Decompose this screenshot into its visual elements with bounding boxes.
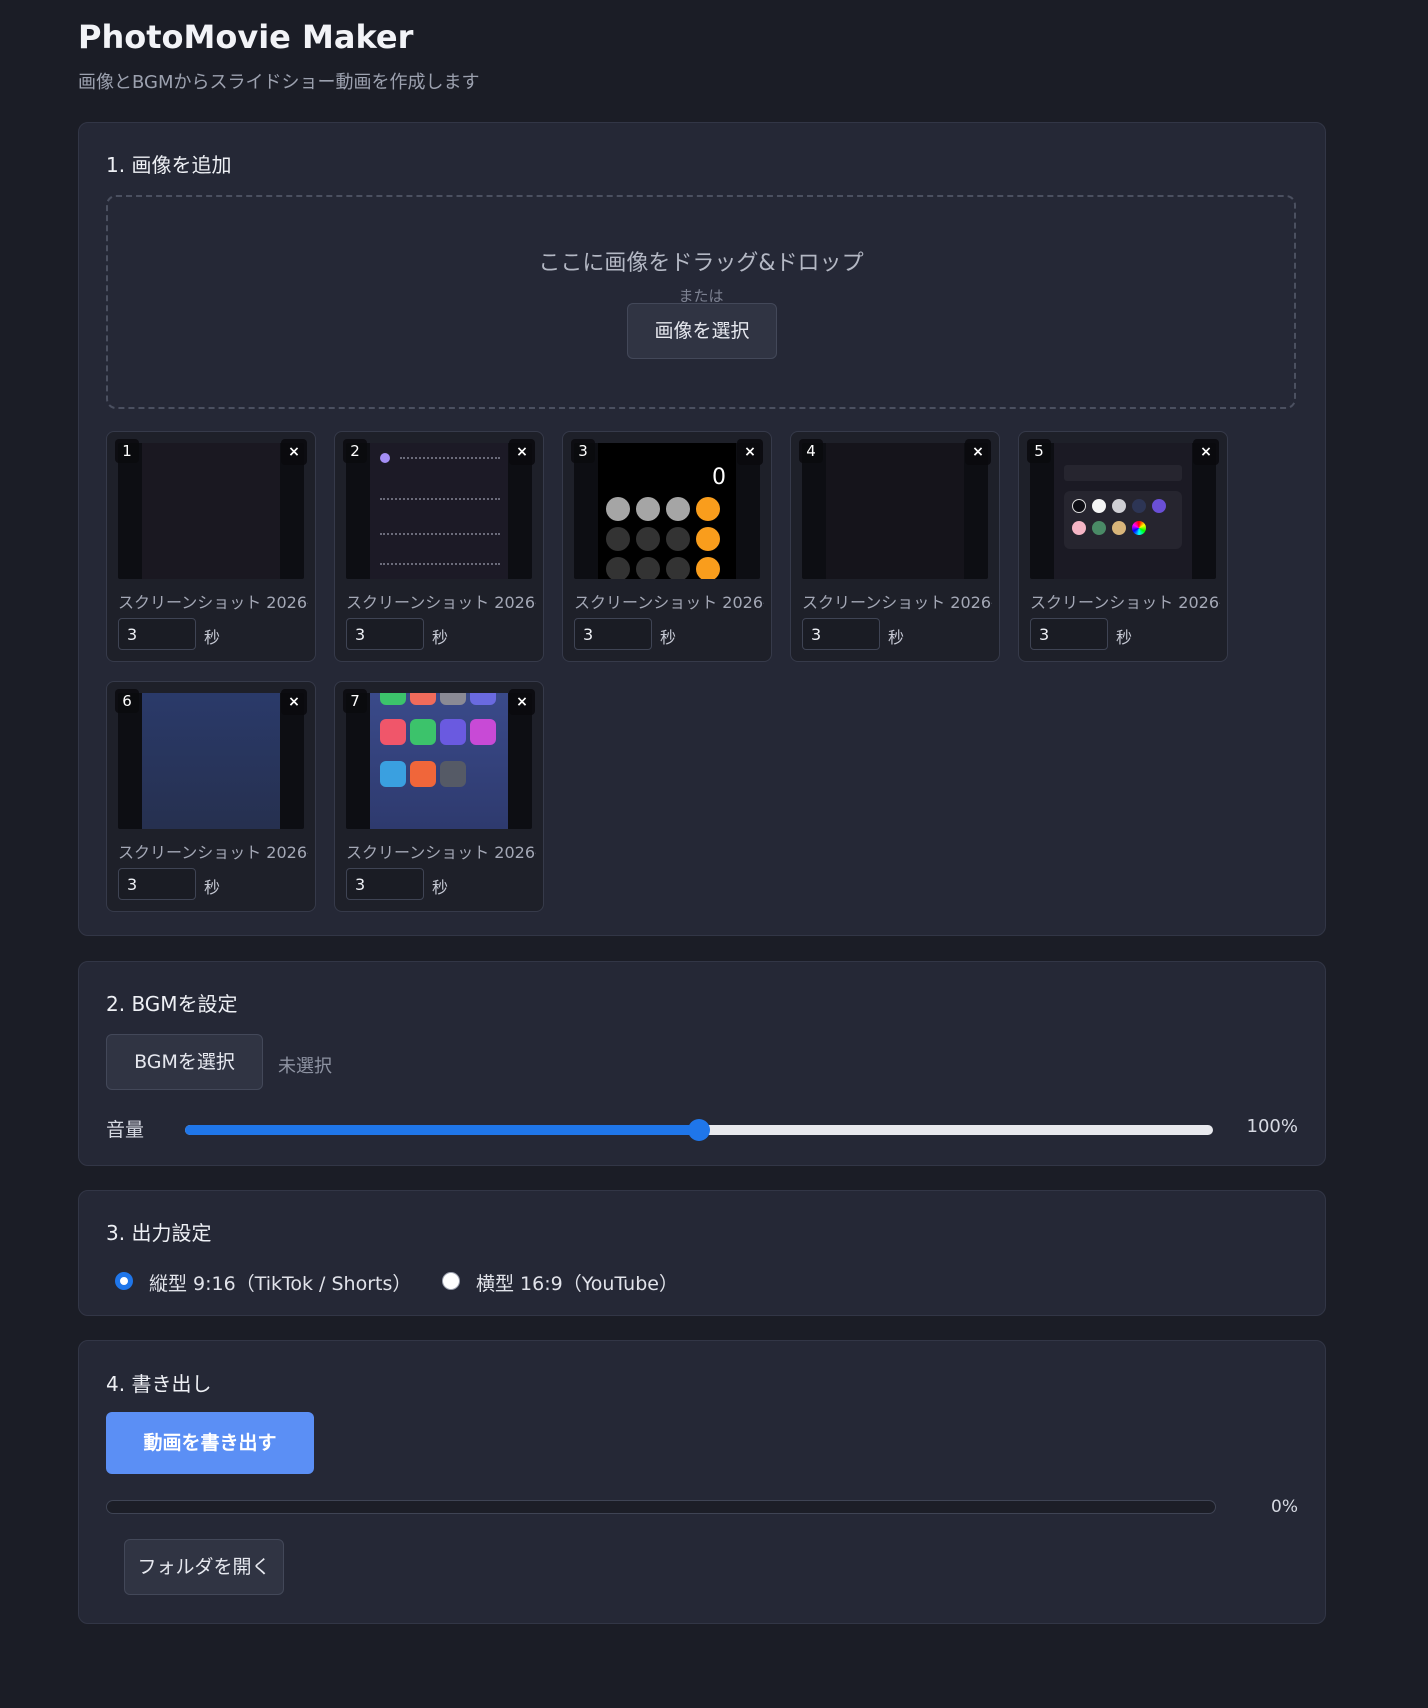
image-item[interactable]: 6 × スクリーンショット 2026-0... 秒 xyxy=(106,681,316,912)
image-item[interactable]: 0 3 × スクリーンショット 2026-0... xyxy=(562,431,772,662)
bgm-section-title: 2. BGMを設定 xyxy=(106,992,238,1016)
radio-button[interactable] xyxy=(442,1272,460,1290)
image-item[interactable]: 4 × スクリーンショット 2026-0... 秒 xyxy=(790,431,1000,662)
duration-unit-label: 秒 xyxy=(432,628,449,647)
image-order-badge: 4 xyxy=(799,439,823,463)
image-filename: スクリーンショット 2026-0... xyxy=(574,593,764,612)
image-filename: スクリーンショット 2026-0... xyxy=(346,843,536,862)
image-thumbnail xyxy=(118,693,304,829)
image-thumbnail xyxy=(346,693,532,829)
volume-slider-fill xyxy=(185,1125,699,1135)
output-option-label: 横型 16:9（YouTube） xyxy=(476,1273,678,1295)
remove-image-icon[interactable]: × xyxy=(281,439,307,465)
export-progress-bar xyxy=(106,1500,1216,1514)
image-filename: スクリーンショット 2026-0... xyxy=(118,843,308,862)
image-drop-zone[interactable]: ここに画像をドラッグ&ドロップ または 画像を選択 xyxy=(106,195,1296,409)
drop-zone-text: ここに画像をドラッグ&ドロップ xyxy=(538,251,864,276)
volume-label: 音量 xyxy=(106,1119,145,1141)
image-duration-input[interactable] xyxy=(574,618,652,650)
duration-unit-label: 秒 xyxy=(204,628,221,647)
remove-image-icon[interactable]: × xyxy=(509,439,535,465)
image-thumbnail: 0 xyxy=(574,443,760,579)
image-order-badge: 1 xyxy=(115,439,139,463)
remove-image-icon[interactable]: × xyxy=(737,439,763,465)
export-video-button[interactable]: 動画を書き出す xyxy=(106,1412,314,1474)
volume-slider[interactable] xyxy=(185,1119,1213,1141)
output-section-title: 3. 出力設定 xyxy=(106,1221,212,1245)
image-duration-input[interactable] xyxy=(346,868,424,900)
image-duration-input[interactable] xyxy=(346,618,424,650)
open-folder-button[interactable]: フォルダを開く xyxy=(124,1539,284,1595)
image-filename: スクリーンショット 2026-0... xyxy=(118,593,308,612)
volume-value: 100% xyxy=(1246,1116,1298,1137)
volume-slider-handle[interactable] xyxy=(688,1119,710,1141)
export-section: 4. 書き出し 動画を書き出す 0% フォルダを開く xyxy=(78,1340,1326,1624)
image-item[interactable]: 2 × スクリーンショット 2026-0... 秒 xyxy=(334,431,544,662)
duration-unit-label: 秒 xyxy=(1116,628,1133,647)
image-thumbnail xyxy=(802,443,988,579)
radio-button[interactable] xyxy=(115,1272,133,1290)
image-order-badge: 5 xyxy=(1027,439,1051,463)
image-thumbnail xyxy=(118,443,304,579)
duration-unit-label: 秒 xyxy=(204,878,221,897)
image-thumbnail xyxy=(1030,443,1216,579)
image-filename: スクリーンショット 2026-0... xyxy=(346,593,536,612)
app-title: PhotoMovie Maker xyxy=(78,18,414,56)
output-section: 3. 出力設定 縦型 9:16（TikTok / Shorts） 横型 16:9… xyxy=(78,1190,1326,1316)
select-image-button[interactable]: 画像を選択 xyxy=(627,303,777,359)
image-item[interactable]: 7 × スクリーンショット 2026-0... 秒 xyxy=(334,681,544,912)
bgm-section: 2. BGMを設定 BGMを選択 未選択 音量 100% xyxy=(78,961,1326,1166)
remove-image-icon[interactable]: × xyxy=(509,689,535,715)
image-item[interactable]: 1 × スクリーンショット 2026-0... 秒 xyxy=(106,431,316,662)
select-bgm-button[interactable]: BGMを選択 xyxy=(106,1034,263,1090)
output-option-label: 縦型 9:16（TikTok / Shorts） xyxy=(149,1273,412,1295)
bgm-status-text: 未選択 xyxy=(278,1056,332,1077)
image-item[interactable]: 5 × スクリーンショット 2026-0... 秒 xyxy=(1018,431,1228,662)
app-subtitle: 画像とBGMからスライドショー動画を作成します xyxy=(78,72,480,93)
image-duration-input[interactable] xyxy=(118,618,196,650)
image-duration-input[interactable] xyxy=(118,868,196,900)
image-thumbnail xyxy=(346,443,532,579)
image-order-badge: 7 xyxy=(343,689,367,713)
export-section-title: 4. 書き出し xyxy=(106,1372,212,1396)
image-filename: スクリーンショット 2026-0... xyxy=(1030,593,1220,612)
image-duration-input[interactable] xyxy=(1030,618,1108,650)
image-filename: スクリーンショット 2026-0... xyxy=(802,593,992,612)
duration-unit-label: 秒 xyxy=(660,628,677,647)
image-order-badge: 3 xyxy=(571,439,595,463)
duration-unit-label: 秒 xyxy=(432,878,449,897)
images-section: 1. 画像を追加 ここに画像をドラッグ&ドロップ または 画像を選択 1 × ス… xyxy=(78,122,1326,936)
remove-image-icon[interactable]: × xyxy=(281,689,307,715)
image-order-badge: 6 xyxy=(115,689,139,713)
remove-image-icon[interactable]: × xyxy=(965,439,991,465)
remove-image-icon[interactable]: × xyxy=(1193,439,1219,465)
images-section-title: 1. 画像を追加 xyxy=(106,153,232,177)
duration-unit-label: 秒 xyxy=(888,628,905,647)
image-duration-input[interactable] xyxy=(802,618,880,650)
export-progress-text: 0% xyxy=(1271,1497,1298,1517)
image-order-badge: 2 xyxy=(343,439,367,463)
